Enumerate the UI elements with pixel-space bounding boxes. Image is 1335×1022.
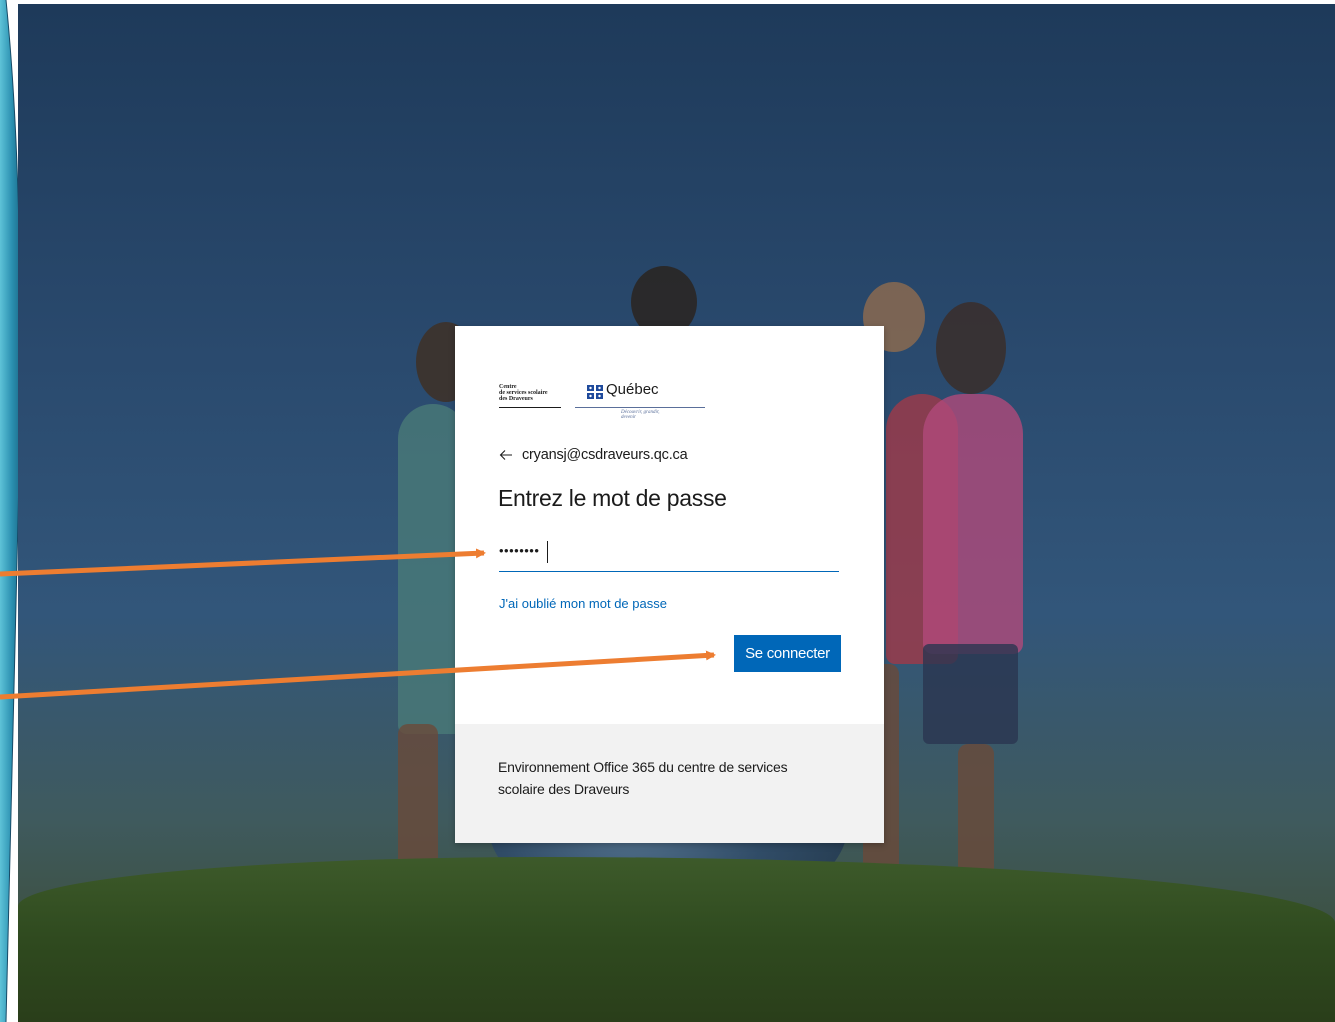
grass-hill (18, 857, 1335, 1022)
logo-underline (575, 407, 705, 408)
child-figure (923, 644, 1018, 744)
back-to-account-button[interactable]: cryansj@csdraveurs.qc.ca (499, 445, 688, 465)
forgot-password-link[interactable]: J'ai oublié mon mot de passe (499, 596, 667, 611)
account-email: cryansj@csdraveurs.qc.ca (522, 447, 688, 463)
login-card-footer: Environnement Office 365 du centre de se… (455, 724, 884, 843)
sign-in-button[interactable]: Se connecter (734, 635, 841, 672)
password-value: •••••••• (499, 543, 540, 558)
child-figure (923, 394, 1023, 654)
quebec-flag-icon (587, 385, 603, 399)
login-card-body: Centre de services scolaire des Draveurs… (455, 326, 884, 724)
arrow-left-icon[interactable] (499, 448, 513, 462)
csd-logo-text: Centre de services scolaire des Draveurs (499, 384, 569, 402)
slide-screenshot: Centre de services scolaire des Draveurs… (0, 0, 1335, 1022)
organization-logo: Centre de services scolaire des Draveurs… (499, 381, 705, 421)
quebec-wordmark: Québec (606, 381, 659, 398)
child-figure (936, 302, 1006, 394)
login-card: Centre de services scolaire des Draveurs… (455, 326, 884, 843)
logo-slogan: Découvrir, grandir, devenir (621, 410, 660, 420)
text-caret (547, 541, 548, 563)
logo-line-3: des Draveurs (499, 396, 533, 402)
footer-description: Environnement Office 365 du centre de se… (498, 759, 788, 797)
logo-divider (499, 407, 561, 408)
page-title: Entrez le mot de passe (498, 485, 727, 511)
password-input[interactable]: •••••••• (499, 537, 839, 572)
